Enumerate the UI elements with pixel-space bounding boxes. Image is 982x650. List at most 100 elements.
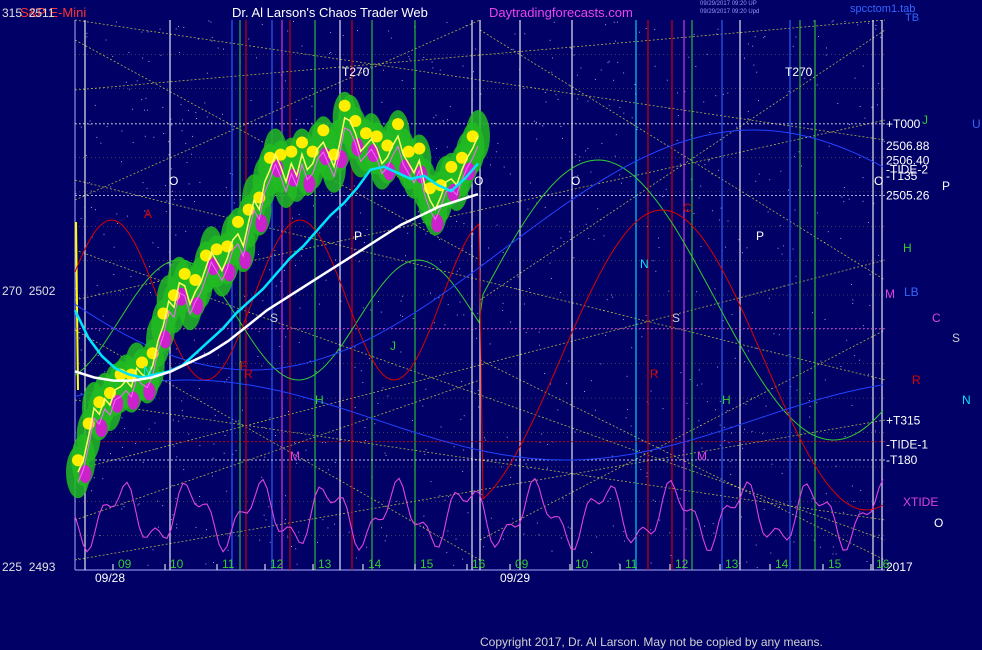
star-dot <box>300 255 302 257</box>
star-dot <box>669 532 671 534</box>
website-link[interactable]: Daytradingforecasts.com <box>489 5 633 20</box>
star-dot <box>662 408 664 410</box>
star-dot <box>650 529 652 531</box>
star-dot <box>199 445 201 447</box>
star-dot <box>178 25 179 27</box>
star-dot <box>725 246 727 248</box>
star-dot <box>432 67 434 69</box>
star-dot <box>147 31 149 33</box>
star-dot <box>199 496 201 497</box>
star-dot <box>103 233 105 235</box>
star-dot <box>844 21 846 22</box>
star-dot <box>123 506 125 508</box>
star-dot <box>175 28 177 30</box>
annotation-label: P <box>354 229 362 243</box>
copyright-text: Copyright 2017, Dr. Al Larson. May not b… <box>480 635 823 649</box>
star-dot <box>235 450 237 452</box>
star-dot <box>792 248 794 250</box>
x-tick-label: 15 <box>420 557 434 571</box>
star-dot <box>862 65 864 67</box>
star-dot <box>181 130 183 132</box>
star-dot <box>539 344 540 346</box>
star-dot <box>880 36 882 38</box>
star-dot <box>704 525 705 527</box>
star-dot <box>78 297 80 299</box>
star-dot <box>600 69 602 71</box>
star-dot <box>264 456 266 458</box>
x-tick-label: 11 <box>625 557 638 571</box>
star-dot <box>825 493 827 495</box>
star-dot <box>779 506 780 508</box>
star-dot <box>381 527 382 529</box>
star-dot <box>763 37 765 39</box>
star-dot <box>541 433 543 435</box>
star-dot <box>368 358 370 360</box>
high-dot <box>232 215 244 228</box>
star-dot <box>238 420 240 422</box>
star-dot <box>793 541 795 543</box>
star-dot <box>330 193 332 195</box>
star-dot <box>164 185 166 187</box>
star-dot <box>843 187 845 188</box>
star-dot <box>284 495 286 497</box>
star-dot <box>862 177 864 179</box>
star-dot <box>613 21 615 23</box>
star-dot <box>584 391 585 392</box>
star-dot <box>433 322 435 324</box>
star-dot <box>305 449 307 451</box>
star-dot <box>841 196 843 198</box>
star-dot <box>701 383 703 385</box>
star-dot <box>90 207 92 208</box>
star-dot <box>439 239 440 241</box>
annotation-label: N <box>640 257 649 271</box>
star-dot <box>676 92 678 94</box>
star-dot <box>405 255 406 257</box>
star-dot <box>614 155 616 157</box>
star-dot <box>752 45 754 47</box>
star-dot <box>634 84 636 85</box>
star-dot <box>85 154 87 156</box>
x-tick-label: 10 <box>575 557 589 571</box>
star-dot <box>116 223 118 224</box>
star-dot <box>646 476 648 478</box>
star-dot <box>408 56 410 58</box>
star-dot <box>319 232 321 234</box>
star-dot <box>585 150 586 152</box>
annotation-label: O <box>474 174 483 188</box>
star-dot <box>439 69 441 71</box>
star-dot <box>312 88 314 89</box>
star-dot <box>525 331 527 333</box>
star-dot <box>146 187 148 189</box>
star-dot <box>152 242 154 244</box>
star-dot <box>173 445 175 447</box>
y-axis-mid-label: 270 2502 <box>2 284 56 298</box>
star-dot <box>747 43 749 45</box>
star-dot <box>696 291 698 293</box>
star-dot <box>652 499 654 501</box>
star-dot <box>573 257 575 259</box>
star-dot <box>676 139 678 141</box>
star-dot <box>869 274 871 276</box>
annotation-label: N <box>143 364 152 378</box>
x-tick-label: 11 <box>222 557 235 571</box>
star-dot <box>313 205 314 207</box>
star-dot <box>718 219 720 221</box>
star-dot <box>227 533 229 535</box>
star-dot <box>100 142 102 144</box>
star-dot <box>381 101 383 103</box>
star-dot <box>723 426 725 428</box>
star-dot <box>292 217 293 219</box>
star-dot <box>259 539 261 541</box>
star-dot <box>562 498 564 500</box>
star-dot <box>334 523 335 525</box>
star-dot <box>188 433 190 435</box>
star-dot <box>279 346 281 347</box>
high-dot <box>338 99 351 112</box>
star-dot <box>500 466 502 468</box>
star-dot <box>594 409 596 411</box>
star-dot <box>698 197 700 199</box>
star-dot <box>605 24 607 26</box>
star-dot <box>852 299 854 301</box>
star-dot <box>631 347 633 349</box>
star-dot <box>840 366 842 367</box>
